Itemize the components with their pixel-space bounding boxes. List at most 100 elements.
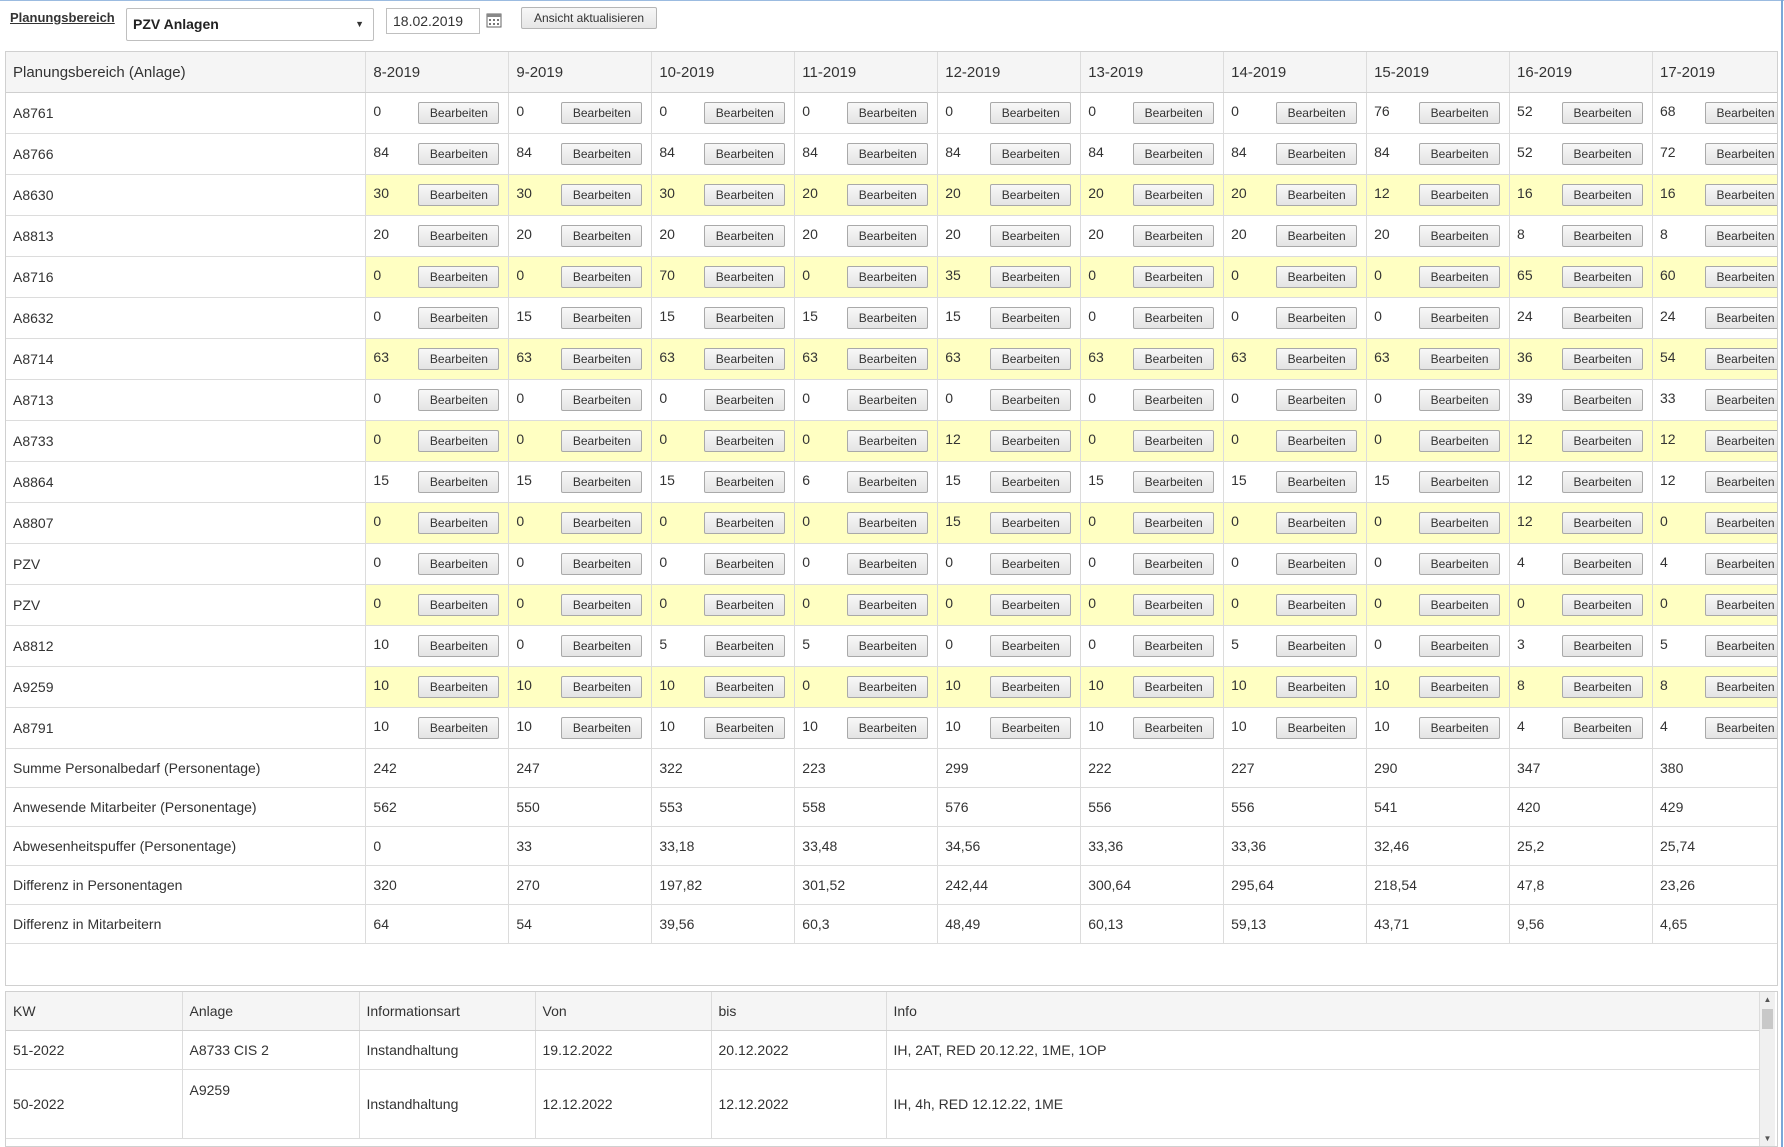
bearbeiten-button[interactable]: Bearbeiten <box>1562 553 1644 575</box>
bearbeiten-button[interactable]: Bearbeiten <box>561 553 643 575</box>
bearbeiten-button[interactable]: Bearbeiten <box>704 676 786 698</box>
bearbeiten-button[interactable]: Bearbeiten <box>1419 430 1501 452</box>
bearbeiten-button[interactable]: Bearbeiten <box>1419 266 1501 288</box>
bearbeiten-button[interactable]: Bearbeiten <box>990 594 1072 616</box>
bearbeiten-button[interactable]: Bearbeiten <box>1276 102 1358 124</box>
bearbeiten-button[interactable]: Bearbeiten <box>561 676 643 698</box>
bearbeiten-button[interactable]: Bearbeiten <box>418 266 500 288</box>
bearbeiten-button[interactable]: Bearbeiten <box>1419 184 1501 206</box>
bearbeiten-button[interactable]: Bearbeiten <box>561 717 643 739</box>
bearbeiten-button[interactable]: Bearbeiten <box>1133 471 1215 493</box>
scroll-thumb[interactable] <box>1762 1009 1773 1029</box>
bearbeiten-button[interactable]: Bearbeiten <box>418 225 500 247</box>
bearbeiten-button[interactable]: Bearbeiten <box>418 348 500 370</box>
bearbeiten-button[interactable]: Bearbeiten <box>1562 717 1644 739</box>
bearbeiten-button[interactable]: Bearbeiten <box>1705 225 1777 247</box>
bearbeiten-button[interactable]: Bearbeiten <box>1133 594 1215 616</box>
date-input[interactable]: 18.02.2019 <box>386 8 480 34</box>
bearbeiten-button[interactable]: Bearbeiten <box>990 143 1072 165</box>
bearbeiten-button[interactable]: Bearbeiten <box>418 471 500 493</box>
bearbeiten-button[interactable]: Bearbeiten <box>1705 307 1777 329</box>
bearbeiten-button[interactable]: Bearbeiten <box>1705 594 1777 616</box>
bearbeiten-button[interactable]: Bearbeiten <box>1562 430 1644 452</box>
bearbeiten-button[interactable]: Bearbeiten <box>1705 430 1777 452</box>
bearbeiten-button[interactable]: Bearbeiten <box>561 143 643 165</box>
bearbeiten-button[interactable]: Bearbeiten <box>561 266 643 288</box>
bearbeiten-button[interactable]: Bearbeiten <box>1705 184 1777 206</box>
bearbeiten-button[interactable]: Bearbeiten <box>704 635 786 657</box>
bearbeiten-button[interactable]: Bearbeiten <box>561 430 643 452</box>
bearbeiten-button[interactable]: Bearbeiten <box>990 717 1072 739</box>
bearbeiten-button[interactable]: Bearbeiten <box>1419 717 1501 739</box>
bearbeiten-button[interactable]: Bearbeiten <box>561 512 643 534</box>
bearbeiten-button[interactable]: Bearbeiten <box>847 225 929 247</box>
bearbeiten-button[interactable]: Bearbeiten <box>1276 635 1358 657</box>
bearbeiten-button[interactable]: Bearbeiten <box>561 348 643 370</box>
bearbeiten-button[interactable]: Bearbeiten <box>1705 512 1777 534</box>
bearbeiten-button[interactable]: Bearbeiten <box>1562 102 1644 124</box>
bearbeiten-button[interactable]: Bearbeiten <box>1276 225 1358 247</box>
bearbeiten-button[interactable]: Bearbeiten <box>1276 430 1358 452</box>
bearbeiten-button[interactable]: Bearbeiten <box>704 102 786 124</box>
bearbeiten-button[interactable]: Bearbeiten <box>1276 143 1358 165</box>
bearbeiten-button[interactable]: Bearbeiten <box>1705 102 1777 124</box>
bearbeiten-button[interactable]: Bearbeiten <box>704 307 786 329</box>
bearbeiten-button[interactable]: Bearbeiten <box>1419 635 1501 657</box>
bearbeiten-button[interactable]: Bearbeiten <box>1419 225 1501 247</box>
bearbeiten-button[interactable]: Bearbeiten <box>704 389 786 411</box>
bearbeiten-button[interactable]: Bearbeiten <box>1133 717 1215 739</box>
bearbeiten-button[interactable]: Bearbeiten <box>1276 307 1358 329</box>
bearbeiten-button[interactable]: Bearbeiten <box>561 307 643 329</box>
bearbeiten-button[interactable]: Bearbeiten <box>1419 348 1501 370</box>
bearbeiten-button[interactable]: Bearbeiten <box>1419 553 1501 575</box>
bearbeiten-button[interactable]: Bearbeiten <box>847 389 929 411</box>
bearbeiten-button[interactable]: Bearbeiten <box>990 635 1072 657</box>
bearbeiten-button[interactable]: Bearbeiten <box>1276 471 1358 493</box>
bearbeiten-button[interactable]: Bearbeiten <box>1133 676 1215 698</box>
bearbeiten-button[interactable]: Bearbeiten <box>1705 348 1777 370</box>
bearbeiten-button[interactable]: Bearbeiten <box>847 348 929 370</box>
bearbeiten-button[interactable]: Bearbeiten <box>704 430 786 452</box>
bearbeiten-button[interactable]: Bearbeiten <box>990 348 1072 370</box>
bearbeiten-button[interactable]: Bearbeiten <box>1562 184 1644 206</box>
bearbeiten-button[interactable]: Bearbeiten <box>1419 512 1501 534</box>
bearbeiten-button[interactable]: Bearbeiten <box>847 635 929 657</box>
bearbeiten-button[interactable]: Bearbeiten <box>990 307 1072 329</box>
bearbeiten-button[interactable]: Bearbeiten <box>1705 553 1777 575</box>
bearbeiten-button[interactable]: Bearbeiten <box>1705 676 1777 698</box>
info-scrollbar[interactable]: ▲ ▼ <box>1759 992 1775 1146</box>
bearbeiten-button[interactable]: Bearbeiten <box>990 266 1072 288</box>
bearbeiten-button[interactable]: Bearbeiten <box>418 389 500 411</box>
bearbeiten-button[interactable]: Bearbeiten <box>1562 266 1644 288</box>
bearbeiten-button[interactable]: Bearbeiten <box>1562 389 1644 411</box>
bearbeiten-button[interactable]: Bearbeiten <box>1419 471 1501 493</box>
bearbeiten-button[interactable]: Bearbeiten <box>418 512 500 534</box>
bearbeiten-button[interactable]: Bearbeiten <box>990 389 1072 411</box>
planungsbereich-link[interactable]: Planungsbereich <box>10 10 115 25</box>
bearbeiten-button[interactable]: Bearbeiten <box>847 471 929 493</box>
bearbeiten-button[interactable]: Bearbeiten <box>1562 512 1644 534</box>
bearbeiten-button[interactable]: Bearbeiten <box>990 676 1072 698</box>
bearbeiten-button[interactable]: Bearbeiten <box>1276 184 1358 206</box>
bearbeiten-button[interactable]: Bearbeiten <box>561 102 643 124</box>
bearbeiten-button[interactable]: Bearbeiten <box>418 102 500 124</box>
bearbeiten-button[interactable]: Bearbeiten <box>704 348 786 370</box>
bearbeiten-button[interactable]: Bearbeiten <box>847 553 929 575</box>
bearbeiten-button[interactable]: Bearbeiten <box>990 471 1072 493</box>
bearbeiten-button[interactable]: Bearbeiten <box>847 594 929 616</box>
bearbeiten-button[interactable]: Bearbeiten <box>1562 594 1644 616</box>
bearbeiten-button[interactable]: Bearbeiten <box>1562 348 1644 370</box>
bearbeiten-button[interactable]: Bearbeiten <box>990 512 1072 534</box>
bearbeiten-button[interactable]: Bearbeiten <box>704 594 786 616</box>
bearbeiten-button[interactable]: Bearbeiten <box>1705 717 1777 739</box>
bearbeiten-button[interactable]: Bearbeiten <box>561 594 643 616</box>
bearbeiten-button[interactable]: Bearbeiten <box>1562 143 1644 165</box>
bearbeiten-button[interactable]: Bearbeiten <box>704 553 786 575</box>
bearbeiten-button[interactable]: Bearbeiten <box>418 430 500 452</box>
bearbeiten-button[interactable]: Bearbeiten <box>1133 143 1215 165</box>
bearbeiten-button[interactable]: Bearbeiten <box>418 594 500 616</box>
bearbeiten-button[interactable]: Bearbeiten <box>1133 307 1215 329</box>
bearbeiten-button[interactable]: Bearbeiten <box>990 225 1072 247</box>
bearbeiten-button[interactable]: Bearbeiten <box>1419 389 1501 411</box>
bearbeiten-button[interactable]: Bearbeiten <box>1133 266 1215 288</box>
